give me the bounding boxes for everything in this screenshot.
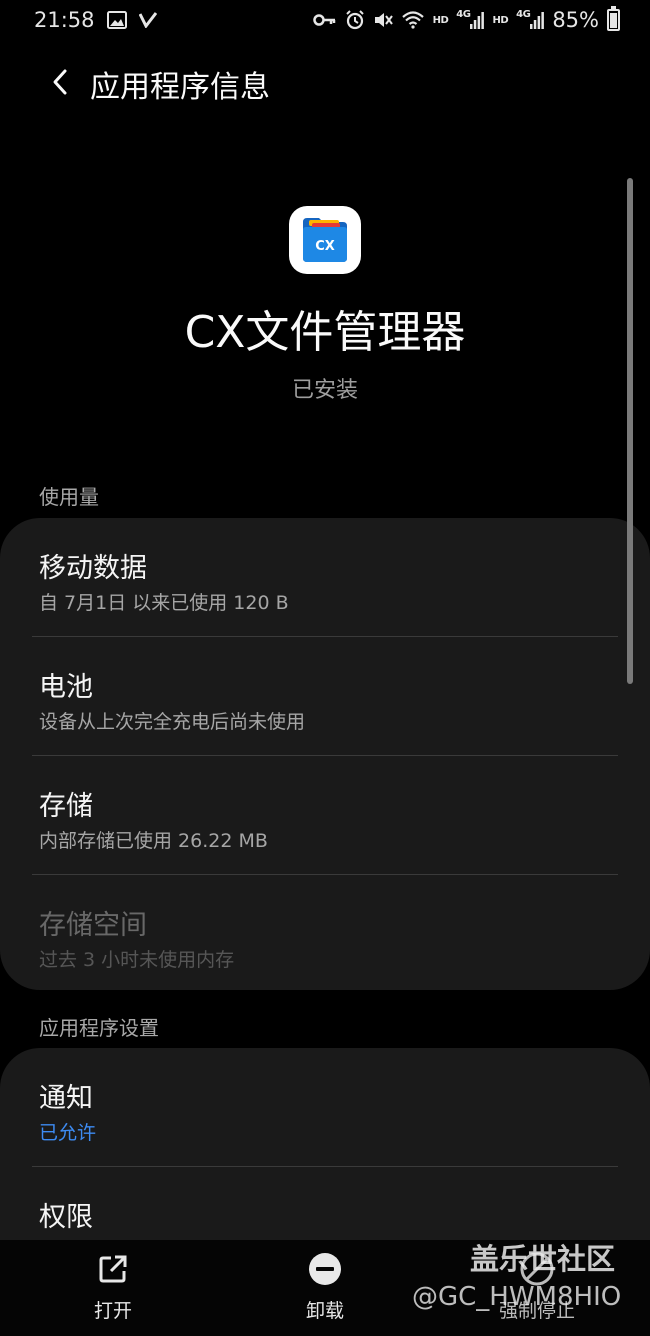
item-title: 移动数据 bbox=[39, 553, 147, 584]
usage-card: 移动数据 自 7月1日 以来已使用 120 B 电池 设备从上次完全充电后尚未使… bbox=[0, 518, 650, 990]
hd-label-1: HD bbox=[432, 14, 449, 26]
item-subtitle: 过去 3 小时未使用内存 bbox=[39, 949, 235, 971]
item-subtitle: 自 7月1日 以来已使用 120 B bbox=[39, 592, 289, 614]
uninstall-button[interactable]: 卸载 bbox=[265, 1252, 385, 1328]
network-type-1: 4G bbox=[456, 8, 471, 20]
app-icon: CX bbox=[289, 206, 361, 274]
scrollbar[interactable] bbox=[627, 178, 633, 684]
notifications-item[interactable]: 通知 已允许 bbox=[0, 1048, 650, 1166]
item-title: 电池 bbox=[39, 672, 93, 703]
uninstall-minus-icon bbox=[308, 1252, 342, 1286]
item-title: 通知 bbox=[39, 1083, 93, 1114]
open-external-icon bbox=[98, 1252, 128, 1286]
gallery-icon bbox=[106, 11, 127, 29]
mobile-data-item[interactable]: 移动数据 自 7月1日 以来已使用 120 B bbox=[0, 518, 650, 636]
status-bar: 21:58 HD 4G HD 4G 85% bbox=[0, 0, 650, 40]
back-arrow-icon bbox=[50, 67, 70, 101]
battery-item[interactable]: 电池 设备从上次完全充电后尚未使用 bbox=[0, 637, 650, 755]
open-button[interactable]: 打开 bbox=[53, 1252, 173, 1328]
signal-icon-2: 4G bbox=[516, 8, 545, 29]
memory-item: 存储空间 过去 3 小时未使用内存 bbox=[0, 875, 650, 993]
usage-section-title: 使用量 bbox=[39, 485, 99, 509]
item-subtitle: 已允许 bbox=[39, 1122, 97, 1144]
signal-icon-1: 4G bbox=[456, 8, 485, 29]
watermark-handle: @GC_HWM8HIO bbox=[412, 1282, 622, 1312]
status-time: 21:58 bbox=[34, 8, 95, 32]
open-label: 打开 bbox=[93, 1300, 132, 1322]
alarm-icon bbox=[345, 10, 365, 30]
install-status: 已安装 bbox=[291, 378, 358, 403]
item-title: 权限 bbox=[39, 1202, 93, 1233]
app-bar: 应用程序信息 bbox=[0, 58, 650, 110]
mute-icon bbox=[373, 10, 393, 30]
back-button[interactable] bbox=[30, 58, 90, 110]
settings-section-title: 应用程序设置 bbox=[39, 1016, 159, 1040]
key-icon bbox=[312, 13, 337, 27]
battery-percent: 85% bbox=[552, 8, 599, 32]
item-subtitle: 内部存储已使用 26.22 MB bbox=[39, 830, 268, 852]
wifi-icon bbox=[401, 10, 425, 30]
app-name: CX文件管理器 bbox=[184, 307, 466, 358]
item-subtitle: 设备从上次完全充电后尚未使用 bbox=[39, 711, 306, 733]
item-title: 存储 bbox=[39, 791, 93, 822]
storage-item[interactable]: 存储 内部存储已使用 26.22 MB bbox=[0, 756, 650, 874]
item-title: 存储空间 bbox=[39, 910, 147, 941]
watermark-community: 盖乐世社区 bbox=[470, 1242, 616, 1276]
v-notification-icon bbox=[138, 12, 157, 28]
page-title: 应用程序信息 bbox=[90, 70, 270, 105]
app-icon-label: CX bbox=[315, 239, 335, 254]
battery-icon bbox=[607, 6, 620, 31]
uninstall-label: 卸载 bbox=[305, 1300, 344, 1322]
network-type-2: 4G bbox=[516, 8, 531, 20]
hd-label-2: HD bbox=[492, 14, 509, 26]
